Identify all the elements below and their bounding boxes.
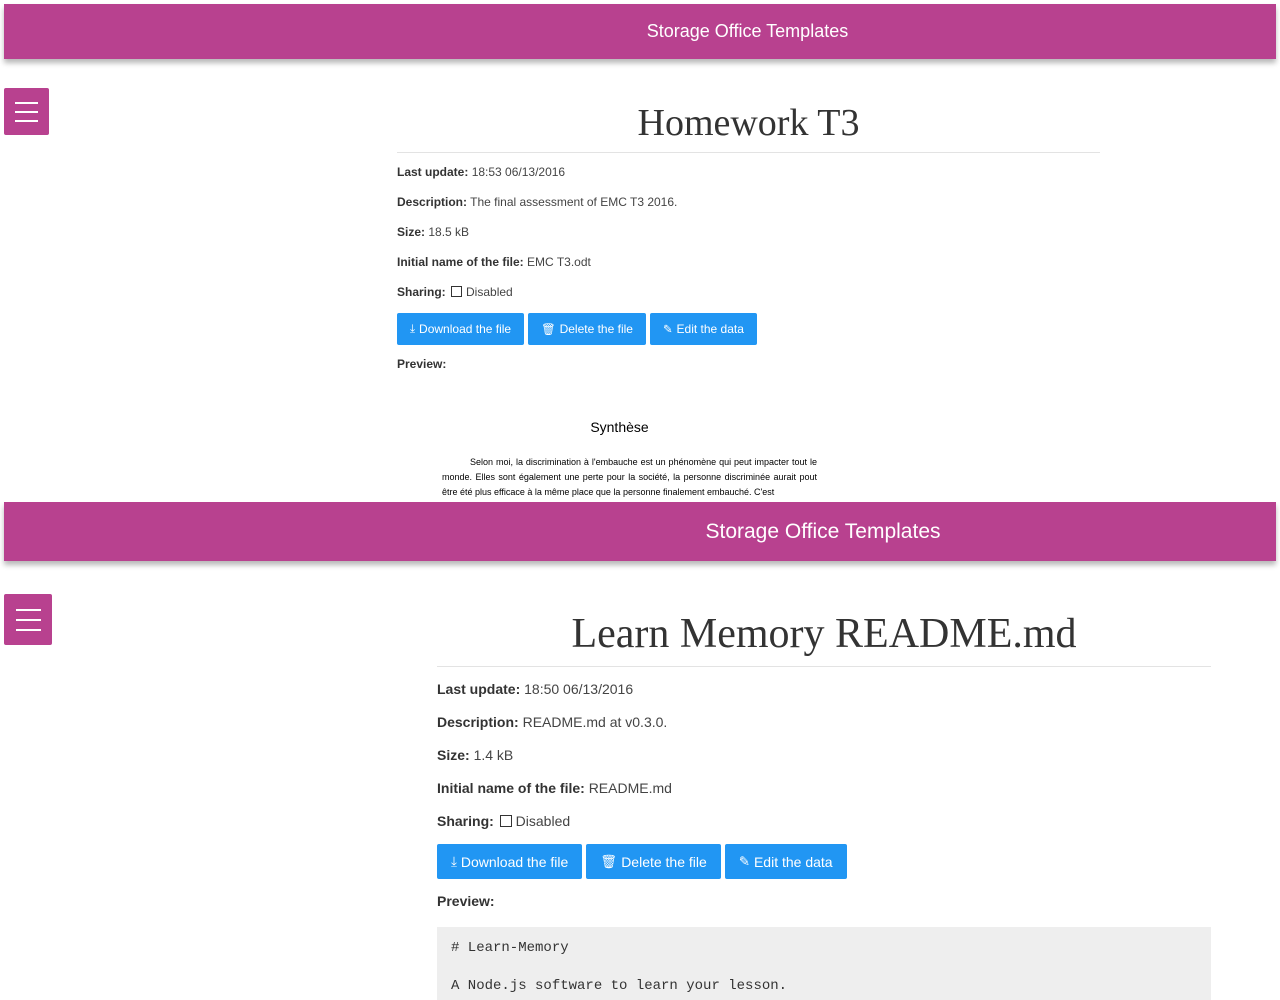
delete-button[interactable]: 🗑︎ Delete the file [586, 844, 721, 879]
field-label: Last update: [437, 681, 521, 697]
field-value: Disabled [515, 813, 571, 829]
field-label: Size: [397, 225, 426, 239]
last-update-field: Last update: 18:50 06/13/2016 [437, 679, 1211, 699]
hamburger-menu-button[interactable] [4, 88, 49, 135]
action-buttons: ⤓ Download the file 🗑︎ Delete the file ✎… [437, 844, 1211, 879]
field-value: Disabled [466, 285, 513, 299]
download-icon: ⤓ [451, 853, 457, 869]
document-preview: Synthèse Selon moi, la discrimination à … [442, 419, 1100, 500]
field-label: Size: [437, 747, 470, 763]
description-field: Description: The final assessment of EMC… [397, 193, 1100, 211]
delete-button[interactable]: 🗑︎ Delete the file [528, 313, 646, 345]
field-label: Initial name of the file: [437, 780, 585, 796]
field-label: Last update: [397, 165, 469, 179]
field-value: 1.4 kB [473, 747, 514, 763]
field-value: EMC T3.odt [527, 255, 591, 269]
edit-data-button[interactable]: ✎ Edit the data [649, 313, 757, 345]
sharing-checkbox[interactable] [499, 815, 512, 827]
field-label: Initial name of the file: [397, 255, 524, 269]
field-value: 18:53 06/13/2016 [471, 165, 566, 179]
field-label: Description: [437, 714, 519, 730]
sharing-field: Sharing: Disabled [397, 283, 1100, 301]
button-label: Download the file [460, 853, 569, 870]
preview-text: Selon moi, la discrimination à l'embauch… [442, 457, 817, 497]
document-details: Homework T3 Last update: 18:53 06/13/201… [397, 100, 1100, 500]
hamburger-icon-bar [15, 110, 38, 113]
download-button[interactable]: ⤓ Download the file [397, 313, 525, 345]
screenshot-panel-readme: Storage Office Templates Learn Memory RE… [0, 502, 1280, 1000]
size-field: Size: 18.5 kB [397, 223, 1100, 241]
hamburger-icon-bar [15, 119, 38, 122]
navbar-title[interactable]: Storage Office Templates [647, 4, 848, 59]
trash-icon: 🗑︎ [541, 324, 556, 336]
field-label: Sharing: [437, 813, 494, 829]
page-title: Learn Memory README.md [437, 608, 1211, 667]
readme-code-preview: # Learn-Memory A Node.js software to lea… [437, 927, 1211, 1000]
field-value: README.md [588, 780, 672, 796]
button-label: Edit the data [676, 322, 744, 336]
initial-name-field: Initial name of the file: EMC T3.odt [397, 253, 1100, 271]
field-label: Description: [397, 195, 468, 209]
pencil-icon: ✎ [662, 324, 673, 336]
hamburger-icon [15, 101, 38, 104]
preview-label: Preview: [397, 357, 447, 371]
initial-name-field: Initial name of the file: README.md [437, 778, 1211, 798]
edit-data-button[interactable]: ✎ Edit the data [724, 844, 847, 879]
field-value: README.md at v0.3.0. [522, 714, 668, 730]
navbar-title[interactable]: Storage Office Templates [705, 502, 940, 561]
hamburger-icon-bar [15, 628, 41, 631]
size-field: Size: 1.4 kB [437, 745, 1211, 765]
sharing-field: Sharing: Disabled [437, 811, 1211, 831]
trash-icon: 🗑︎ [600, 853, 618, 869]
download-icon: ⤓ [410, 322, 416, 335]
hamburger-icon [15, 608, 41, 611]
field-value: The final assessment of EMC T3 2016. [470, 195, 678, 209]
document-details: Learn Memory README.md Last update: 18:5… [437, 608, 1211, 1000]
button-label: Delete the file [621, 853, 707, 870]
last-update-field: Last update: 18:53 06/13/2016 [397, 163, 1100, 181]
button-label: Edit the data [753, 853, 833, 870]
sharing-checkbox[interactable] [451, 286, 463, 297]
field-value: 18:50 06/13/2016 [524, 681, 634, 697]
preview-label: Preview: [437, 893, 495, 909]
top-navbar: Storage Office Templates [4, 502, 1276, 561]
button-label: Delete the file [559, 322, 633, 336]
field-value: 18.5 kB [428, 225, 470, 239]
screenshot-panel-homework: Storage Office Templates Homework T3 Las… [0, 0, 1280, 502]
page-title: Homework T3 [397, 100, 1100, 153]
pencil-icon: ✎ [738, 853, 750, 869]
download-button[interactable]: ⤓ Download the file [437, 844, 583, 879]
hamburger-icon-bar [15, 618, 41, 621]
button-label: Download the file [419, 322, 512, 336]
field-label: Sharing: [397, 285, 446, 299]
preview-heading: Synthèse [590, 419, 649, 435]
description-field: Description: README.md at v0.3.0. [437, 712, 1211, 732]
hamburger-menu-button[interactable] [4, 594, 52, 645]
top-navbar: Storage Office Templates [4, 4, 1276, 59]
action-buttons: ⤓ Download the file 🗑︎ Delete the file ✎… [397, 313, 1100, 345]
